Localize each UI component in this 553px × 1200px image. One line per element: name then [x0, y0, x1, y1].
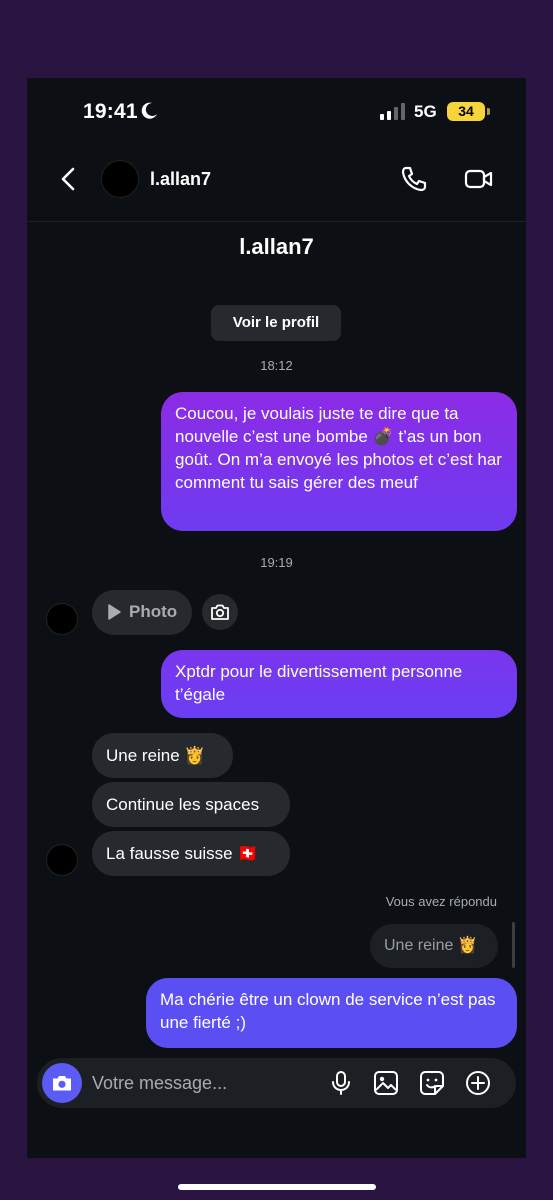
replied-label: Vous avez répondu: [385, 894, 497, 909]
message-input[interactable]: [92, 1058, 322, 1108]
signal-icon: [380, 103, 405, 120]
moon-icon: [141, 102, 157, 119]
view-profile-button[interactable]: Voir le profil: [211, 305, 341, 341]
status-time: 19:41: [83, 100, 138, 123]
back-icon[interactable]: [57, 166, 81, 192]
profile-name: l.allan7: [239, 234, 314, 259]
camera-icon: [211, 604, 229, 620]
battery-tip: [487, 108, 490, 115]
outgoing-message[interactable]: Xptdr pour le divertissement personne t’…: [161, 650, 517, 718]
home-indicator[interactable]: [178, 1184, 376, 1190]
network-type: 5G: [414, 102, 437, 121]
quoted-message[interactable]: Une reine 👸: [370, 924, 498, 968]
reply-indicator-bar: [512, 922, 515, 968]
outgoing-message[interactable]: Coucou, je voulais juste te dire que ta …: [161, 392, 517, 531]
timestamp: 18:12: [260, 358, 293, 373]
camera-button[interactable]: [42, 1063, 82, 1103]
chat-header: l.allan7: [27, 148, 526, 222]
microphone-icon[interactable]: [328, 1070, 354, 1096]
video-icon[interactable]: [464, 165, 494, 193]
sticker-icon[interactable]: [419, 1070, 445, 1096]
status-bar: 19:41 5G 34: [27, 78, 526, 148]
camera-icon: [53, 1076, 71, 1091]
outgoing-message[interactable]: Ma chérie être un clown de service n’est…: [146, 978, 517, 1048]
incoming-message[interactable]: Une reine 👸: [92, 733, 233, 778]
play-icon: [108, 604, 121, 620]
incoming-message[interactable]: Continue les spaces: [92, 782, 290, 827]
photo-label: Photo: [129, 602, 178, 621]
timestamp: 19:19: [260, 555, 293, 570]
plus-icon[interactable]: [465, 1070, 491, 1096]
sender-avatar[interactable]: [46, 603, 78, 635]
phone-icon[interactable]: [400, 165, 428, 193]
avatar[interactable]: [101, 160, 139, 198]
gallery-icon[interactable]: [373, 1070, 399, 1096]
header-username[interactable]: l.allan7: [150, 169, 211, 190]
chat-screen: 19:41 5G 34 l.allan7 l.allan7 Voir le pr…: [27, 78, 526, 1158]
sender-avatar[interactable]: [46, 844, 78, 876]
message-composer: [37, 1058, 516, 1108]
battery-level: 34: [447, 102, 485, 121]
photo-message[interactable]: Photo: [92, 590, 192, 635]
incoming-message[interactable]: La fausse suisse 🇨🇭: [92, 831, 290, 876]
camera-reply-button[interactable]: [202, 594, 238, 630]
